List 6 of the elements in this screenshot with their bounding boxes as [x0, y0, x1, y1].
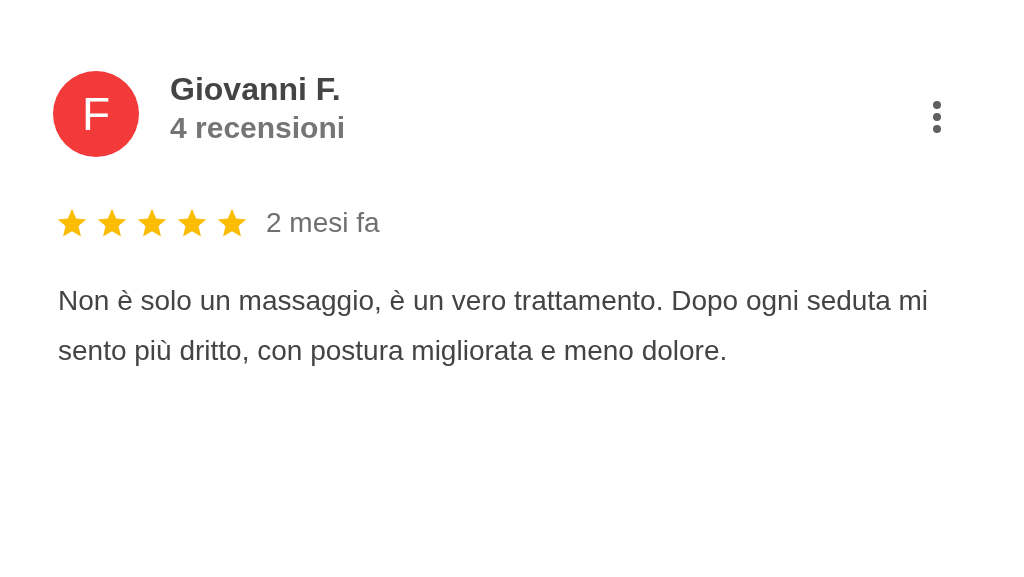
review-text: Non è solo un massaggio, è un vero trattamento. Dopo ogni seduta mi sento più dritto, con postura migliorata e meno dolore. — [58, 284, 930, 368]
review-count: 4 recensioni — [170, 110, 347, 146]
more-icon[interactable] — [932, 101, 942, 133]
avatar: F — [53, 71, 139, 157]
review-time: 2 mesi fa — [266, 207, 380, 239]
author-name: Giovanni F. — [170, 70, 342, 108]
